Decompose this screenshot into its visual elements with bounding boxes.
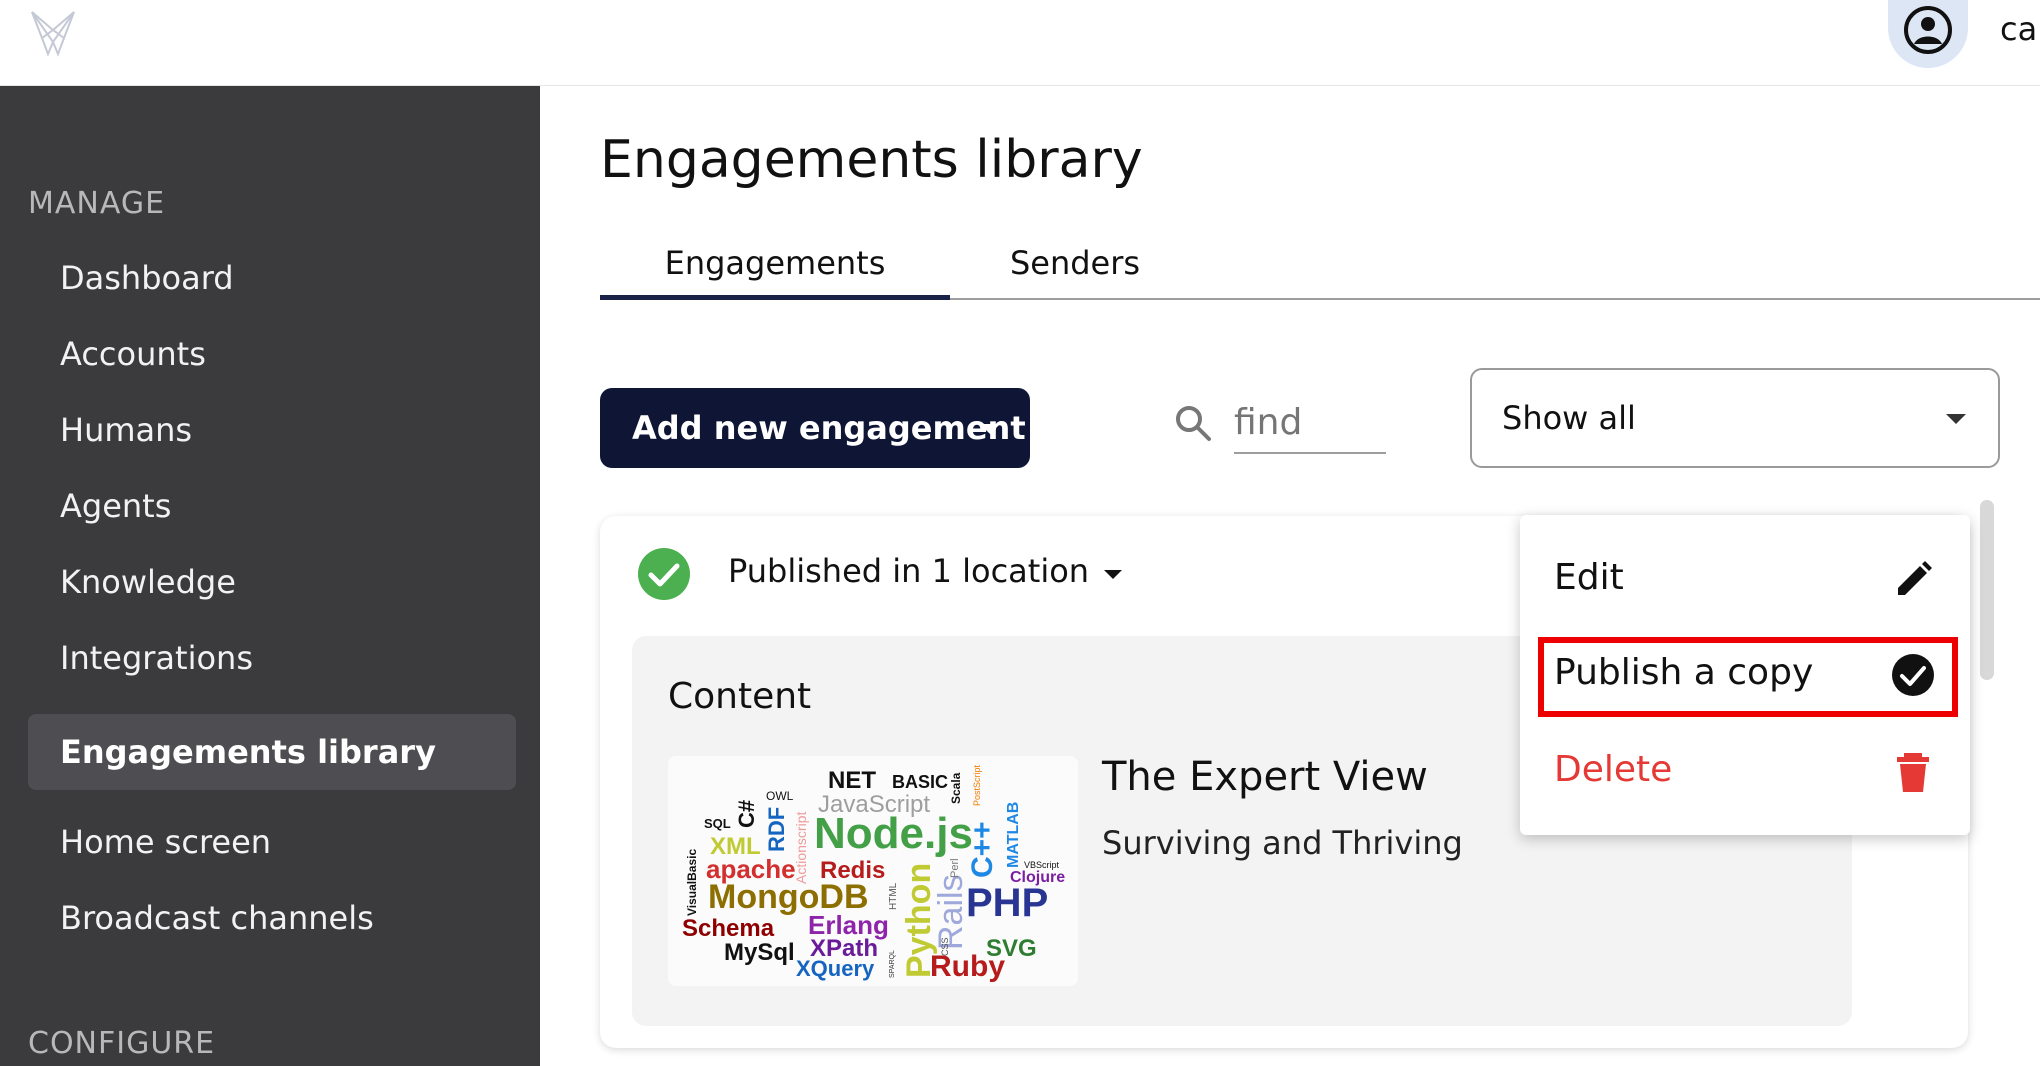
word-cloud-word: RDF	[764, 807, 789, 852]
chevron-down-icon[interactable]	[1104, 570, 1122, 579]
word-cloud-word: NET	[828, 767, 876, 794]
engagement-thumbnail[interactable]: NET BASICOWL JavaScriptScala PostScriptSQL C…	[668, 756, 1078, 986]
sidebar-item-integrations[interactable]: Integrations	[28, 620, 516, 696]
filter-select[interactable]: Show all	[1470, 368, 2000, 468]
word-cloud-word: OWL	[766, 789, 794, 803]
engagement-context-menu: Edit Publish a copy Delete	[1520, 515, 1970, 835]
filter-select-value: Show all	[1502, 399, 1636, 437]
word-cloud-word: HTML	[888, 882, 899, 910]
tab-engagements[interactable]: Engagements	[600, 236, 950, 302]
tab-bar: Engagements Senders	[600, 236, 2040, 388]
scrollbar-thumb[interactable]	[1980, 500, 1994, 680]
chevron-down-icon	[980, 424, 1000, 434]
word-cloud-word: Scala	[949, 772, 963, 804]
word-cloud-word: SQL	[704, 816, 731, 831]
word-cloud-word: SPARQL	[889, 950, 896, 978]
sidebar-section-manage: MANAGE	[28, 186, 166, 221]
user-menu-button[interactable]	[1888, 0, 1968, 68]
highlight-box	[1538, 637, 1958, 717]
word-cloud-word: VisualBasic	[685, 849, 699, 916]
word-cloud-word: Schema	[682, 915, 775, 942]
word-cloud-word: MATLAB	[1005, 802, 1022, 868]
delete-menu-item[interactable]: Delete	[1520, 727, 1970, 817]
content-label: Content	[668, 676, 812, 717]
butterfly-logo-icon[interactable]	[28, 8, 78, 58]
word-cloud-word: Node.js	[814, 809, 973, 858]
engagement-subtitle: Surviving and Thriving	[1102, 824, 1463, 862]
account-circle-icon[interactable]	[1900, 2, 1956, 58]
word-cloud-word: BASIC	[892, 772, 948, 792]
word-cloud-word: MySql	[724, 939, 795, 966]
sidebar-item-home-screen[interactable]: Home screen	[28, 804, 516, 880]
pencil-icon	[1898, 561, 1932, 595]
engagement-title[interactable]: The Expert View	[1102, 754, 1428, 800]
top-bar: ca	[0, 0, 2040, 86]
word-cloud-word: Perl	[949, 858, 961, 878]
sidebar-item-agents[interactable]: Agents	[28, 468, 516, 544]
page-title: Engagements library	[600, 130, 1143, 190]
chevron-down-icon	[1946, 414, 1966, 424]
add-new-engagement-button[interactable]: Add new engagement	[600, 388, 1030, 468]
sidebar-item-accounts[interactable]: Accounts	[28, 316, 516, 392]
word-cloud-word: Rails	[932, 874, 970, 950]
sidebar-item-dashboard[interactable]: Dashboard	[28, 240, 516, 316]
search-icon	[1176, 406, 1211, 441]
sidebar-item-humans[interactable]: Humans	[28, 392, 516, 468]
sidebar-item-broadcast-channels[interactable]: Broadcast channels	[28, 880, 516, 956]
word-cloud-word: C#	[734, 800, 759, 828]
sidebar: MANAGE Dashboard Accounts Humans Agents …	[0, 86, 540, 1066]
tab-senders[interactable]: Senders	[950, 236, 1200, 302]
user-name[interactable]: ca	[2000, 10, 2037, 48]
word-cloud-word: C++	[966, 821, 999, 878]
add-new-engagement-label: Add new engagement	[632, 409, 1026, 447]
word-cloud-word: XQuery	[796, 956, 875, 981]
sidebar-item-knowledge[interactable]: Knowledge	[28, 544, 516, 620]
trash-icon	[1897, 753, 1929, 792]
edit-menu-item[interactable]: Edit	[1520, 535, 1970, 625]
sidebar-section-configure: CONFIGURE	[28, 1026, 216, 1061]
word-cloud-word: PHP	[966, 881, 1048, 925]
published-check-icon	[638, 548, 690, 600]
word-cloud-word: PostScript	[972, 764, 982, 806]
sidebar-item-engagements-library[interactable]: Engagements library	[28, 714, 516, 790]
edit-label: Edit	[1554, 557, 1624, 598]
search-input[interactable]	[1234, 392, 1386, 454]
delete-label: Delete	[1554, 749, 1673, 790]
publish-status-dropdown[interactable]: Published in 1 location	[728, 552, 1089, 590]
word-cloud-word: Ruby	[930, 950, 1005, 983]
